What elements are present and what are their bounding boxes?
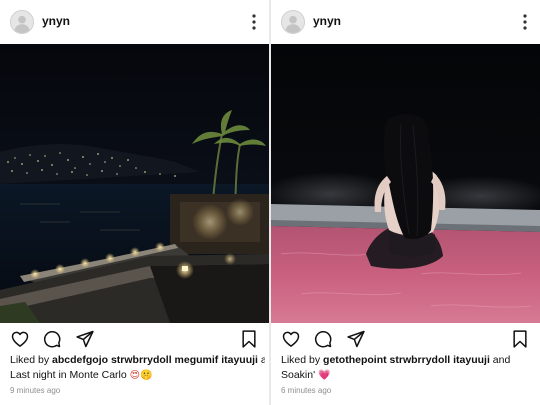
default-avatar-icon: [282, 11, 304, 33]
default-avatar-icon: [11, 11, 33, 33]
heart-icon: [282, 331, 300, 347]
shushing-face-emoji: 🤫: [140, 370, 153, 381]
avatar[interactable]: [10, 10, 34, 34]
post-caption: Soakin' 💗: [281, 368, 536, 383]
post-caption: Last night in Monte Carlo 😍🤫: [10, 368, 265, 383]
heart-eyes-emoji: 😍: [129, 370, 141, 381]
post-header: ynyn: [271, 0, 540, 44]
comment-icon: [44, 331, 61, 348]
night-harbor-photo: [0, 44, 269, 323]
post-timestamp: 6 minutes ago: [281, 386, 332, 395]
likes-suffix: and: [260, 354, 265, 366]
share-button[interactable]: [346, 329, 366, 349]
comment-button[interactable]: [313, 329, 333, 349]
share-button[interactable]: [75, 329, 95, 349]
post-header: ynyn: [0, 0, 269, 44]
likes-suffix: and: [489, 354, 511, 366]
like-button[interactable]: [281, 329, 301, 349]
vertical-ellipsis-icon: [523, 14, 527, 30]
post-timestamp: 9 minutes ago: [10, 386, 61, 395]
likes-prefix: Liked by: [281, 354, 324, 366]
post-card: ynyn: [0, 0, 269, 405]
likes-line: Liked by abcdefgojo strwbrrydoll megumif…: [10, 353, 265, 367]
more-options-button[interactable]: [518, 13, 532, 31]
bookmark-icon: [242, 330, 256, 348]
liked-by-users[interactable]: abcdefgojo strwbrrydoll megumif itayuuji: [52, 354, 258, 366]
paper-plane-icon: [76, 330, 94, 348]
post-actions: [271, 327, 540, 351]
post-card: ynyn: [271, 0, 540, 405]
likes-prefix: Liked by: [10, 354, 53, 366]
growing-heart-emoji: 💗: [318, 370, 331, 381]
caption-text: Last night in Monte Carlo: [10, 369, 130, 381]
comment-icon: [315, 331, 332, 348]
caption-text: Soakin': [281, 369, 319, 381]
more-options-button[interactable]: [247, 13, 261, 31]
liked-by-users[interactable]: getothepoint strwbrrydoll itayuuji: [323, 354, 490, 366]
hot-tub-photo: [271, 44, 540, 323]
post-photo[interactable]: [0, 44, 269, 323]
post-actions: [0, 327, 269, 351]
vertical-ellipsis-icon: [252, 14, 256, 30]
username[interactable]: ynyn: [313, 14, 341, 28]
username[interactable]: ynyn: [42, 14, 70, 28]
likes-line: Liked by getothepoint strwbrrydoll itayu…: [281, 353, 536, 367]
avatar[interactable]: [281, 10, 305, 34]
save-button[interactable]: [510, 329, 530, 349]
post-photo[interactable]: [271, 44, 540, 323]
paper-plane-icon: [347, 330, 365, 348]
like-button[interactable]: [10, 329, 30, 349]
bookmark-icon: [513, 330, 527, 348]
heart-icon: [11, 331, 29, 347]
save-button[interactable]: [239, 329, 259, 349]
comment-button[interactable]: [42, 329, 62, 349]
